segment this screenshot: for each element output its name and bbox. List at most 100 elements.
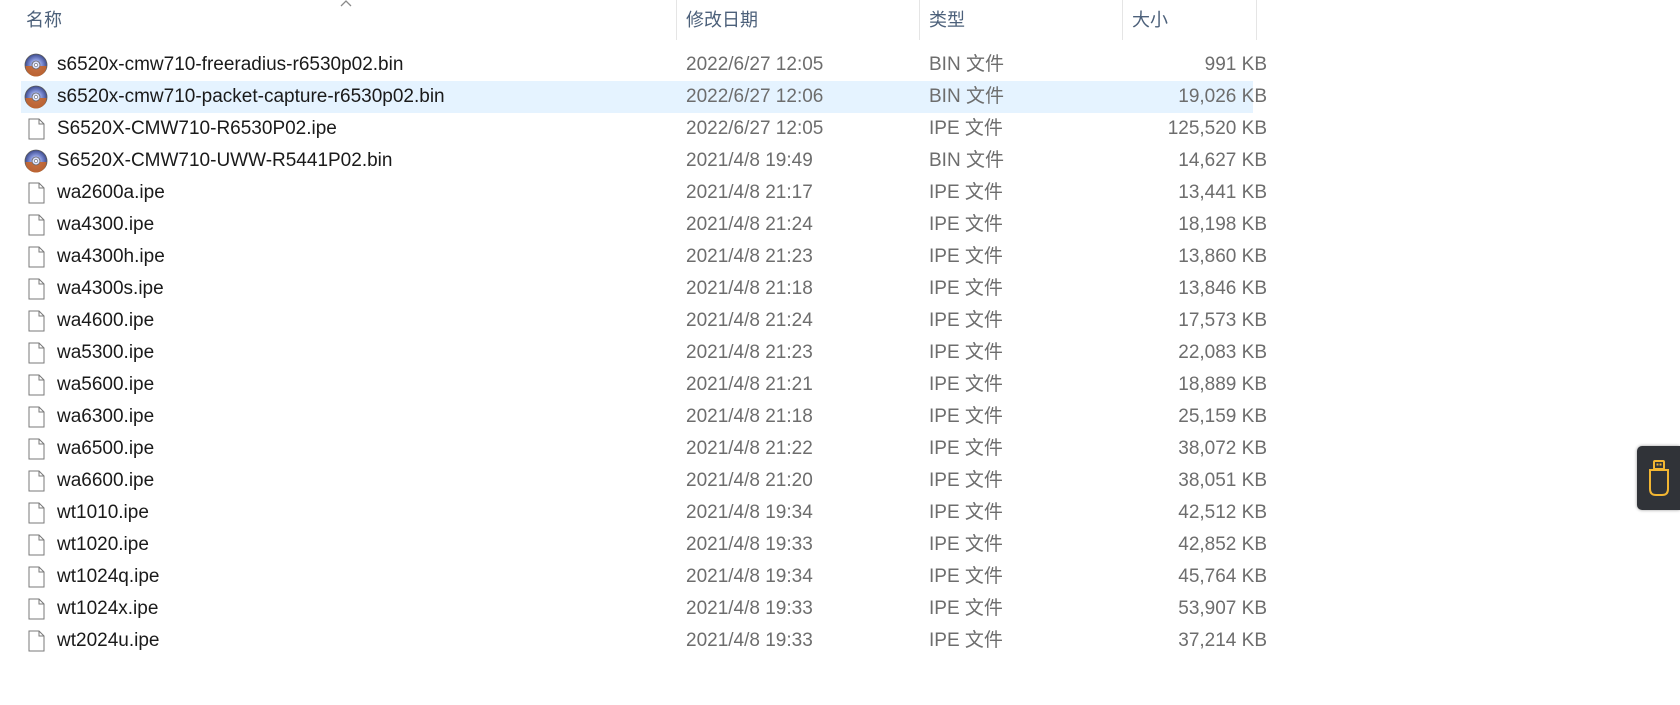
file-size: 14,627 KB [1178, 150, 1267, 171]
file-date-modified: 2021/4/8 21:20 [686, 470, 813, 491]
file-name: wa4300h.ipe [57, 246, 165, 267]
file-date-modified: 2021/4/8 19:34 [686, 502, 813, 523]
file-row[interactable]: S6520X-CMW710-UWW-R5441P02.bin 2021/4/8 1… [21, 145, 1267, 177]
file-size: 42,512 KB [1178, 502, 1267, 523]
file-row[interactable]: wa4600.ipe 2021/4/8 21:24 IPE 文件 17,573 KB [21, 305, 1267, 337]
column-header-name[interactable]: 名称 [17, 0, 676, 40]
file-size: 53,907 KB [1178, 598, 1267, 619]
column-header-type[interactable]: 类型 [919, 0, 1122, 40]
file-date-modified: 2021/4/8 21:21 [686, 374, 813, 395]
file-row[interactable]: s6520x-cmw710-freeradius-r6530p02.bin 202… [21, 49, 1267, 81]
file-date-modified: 2021/4/8 19:34 [686, 566, 813, 587]
file-row[interactable]: wt2024u.ipe 2021/4/8 19:33 IPE 文件 37,214 KB [21, 625, 1267, 657]
blank-file-icon [28, 374, 45, 396]
file-row[interactable]: wt1024x.ipe 2021/4/8 19:33 IPE 文件 53,907 KB [21, 593, 1267, 625]
file-name: S6520X-CMW710-UWW-R5441P02.bin [57, 150, 393, 171]
file-date-modified: 2021/4/8 19:33 [686, 534, 813, 555]
blank-file-icon [28, 406, 45, 428]
file-type: IPE 文件 [929, 182, 1003, 203]
file-date-modified: 2022/6/27 12:05 [686, 118, 824, 139]
file-date-modified: 2021/4/8 19:33 [686, 598, 813, 619]
file-type: IPE 文件 [929, 374, 1003, 395]
blank-file-icon [28, 470, 45, 492]
file-name: wa6300.ipe [57, 406, 155, 427]
file-type: IPE 文件 [929, 246, 1003, 267]
file-row[interactable]: wa6300.ipe 2021/4/8 21:18 IPE 文件 25,159 KB [21, 401, 1267, 433]
usb-drive-widget[interactable] [1637, 446, 1680, 510]
file-size: 13,441 KB [1178, 182, 1267, 203]
file-size: 13,860 KB [1178, 246, 1267, 267]
column-header-bar: 名称 修改日期 类型 大小 [0, 0, 1260, 40]
blank-file-icon [28, 342, 45, 364]
file-size: 17,573 KB [1178, 310, 1267, 331]
blank-file-icon [28, 534, 45, 556]
file-size: 37,214 KB [1178, 630, 1267, 651]
file-row[interactable]: S6520X-CMW710-R6530P02.ipe 2022/6/27 12:0… [21, 113, 1267, 145]
file-row[interactable]: wt1010.ipe 2021/4/8 19:34 IPE 文件 42,512 KB [21, 497, 1267, 529]
disc-image-icon [24, 85, 48, 109]
file-date-modified: 2021/4/8 21:24 [686, 214, 813, 235]
file-date-modified: 2022/6/27 12:06 [686, 86, 824, 107]
column-header-date-modified[interactable]: 修改日期 [676, 0, 919, 40]
file-date-modified: 2021/4/8 21:23 [686, 246, 813, 267]
file-row[interactable]: wa4300.ipe 2021/4/8 21:24 IPE 文件 18,198 KB [21, 209, 1267, 241]
file-name: wt1024x.ipe [57, 598, 159, 619]
blank-file-icon [28, 630, 45, 652]
file-name: wt1020.ipe [57, 534, 149, 555]
file-row[interactable]: wa4300s.ipe 2021/4/8 21:18 IPE 文件 13,846 KB [21, 273, 1267, 305]
file-row[interactable]: wa2600a.ipe 2021/4/8 21:17 IPE 文件 13,441 KB [21, 177, 1267, 209]
file-type: IPE 文件 [929, 534, 1003, 555]
file-name: wt1024q.ipe [57, 566, 160, 587]
file-date-modified: 2021/4/8 21:17 [686, 182, 813, 203]
blank-file-icon [28, 502, 45, 524]
file-date-modified: 2021/4/8 21:24 [686, 310, 813, 331]
blank-file-icon [28, 598, 45, 620]
blank-file-icon [28, 246, 45, 268]
file-type: IPE 文件 [929, 278, 1003, 299]
file-row[interactable]: s6520x-cmw710-packet-capture-r6530p02.bi… [21, 81, 1267, 113]
file-date-modified: 2021/4/8 21:22 [686, 438, 813, 459]
file-name: S6520X-CMW710-R6530P02.ipe [57, 118, 337, 139]
file-row[interactable]: wa5300.ipe 2021/4/8 21:23 IPE 文件 22,083 KB [21, 337, 1267, 369]
file-name: s6520x-cmw710-freeradius-r6530p02.bin [57, 54, 404, 75]
file-type: BIN 文件 [929, 150, 1004, 171]
file-row[interactable]: wa4300h.ipe 2021/4/8 21:23 IPE 文件 13,860 KB [21, 241, 1267, 273]
file-name: wt2024u.ipe [57, 630, 160, 651]
file-date-modified: 2021/4/8 19:49 [686, 150, 813, 171]
file-row[interactable]: wt1020.ipe 2021/4/8 19:33 IPE 文件 42,852 KB [21, 529, 1267, 561]
file-name: wt1010.ipe [57, 502, 149, 523]
blank-file-icon [28, 214, 45, 236]
blank-file-icon [28, 438, 45, 460]
file-name: wa4300.ipe [57, 214, 155, 235]
file-list: s6520x-cmw710-freeradius-r6530p02.bin 202… [0, 49, 1267, 657]
blank-file-icon [28, 278, 45, 300]
file-type: IPE 文件 [929, 438, 1003, 459]
file-size: 18,889 KB [1178, 374, 1267, 395]
blank-file-icon [28, 182, 45, 204]
file-row[interactable]: wt1024q.ipe 2021/4/8 19:34 IPE 文件 45,764 KB [21, 561, 1267, 593]
file-size: 19,026 KB [1178, 86, 1267, 107]
blank-file-icon [28, 118, 45, 140]
file-row[interactable]: wa6600.ipe 2021/4/8 21:20 IPE 文件 38,051 KB [21, 465, 1267, 497]
file-name: wa5300.ipe [57, 342, 155, 363]
disc-image-icon [24, 149, 48, 173]
file-type: IPE 文件 [929, 118, 1003, 139]
file-name: s6520x-cmw710-packet-capture-r6530p02.bi… [57, 86, 445, 107]
file-size: 991 KB [1204, 54, 1267, 75]
disc-image-icon [24, 53, 48, 77]
column-header-size[interactable]: 大小 [1122, 0, 1257, 40]
file-size: 22,083 KB [1178, 342, 1267, 363]
file-date-modified: 2022/6/27 12:05 [686, 54, 824, 75]
file-size: 38,051 KB [1178, 470, 1267, 491]
file-name: wa2600a.ipe [57, 182, 165, 203]
file-type: IPE 文件 [929, 310, 1003, 331]
file-row[interactable]: wa5600.ipe 2021/4/8 21:21 IPE 文件 18,889 KB [21, 369, 1267, 401]
file-row[interactable]: wa6500.ipe 2021/4/8 21:22 IPE 文件 38,072 KB [21, 433, 1267, 465]
file-size: 38,072 KB [1178, 438, 1267, 459]
file-type: IPE 文件 [929, 630, 1003, 651]
usb-drive-icon [1649, 460, 1669, 496]
blank-file-icon [28, 566, 45, 588]
file-type: IPE 文件 [929, 566, 1003, 587]
file-type: IPE 文件 [929, 502, 1003, 523]
blank-file-icon [28, 310, 45, 332]
